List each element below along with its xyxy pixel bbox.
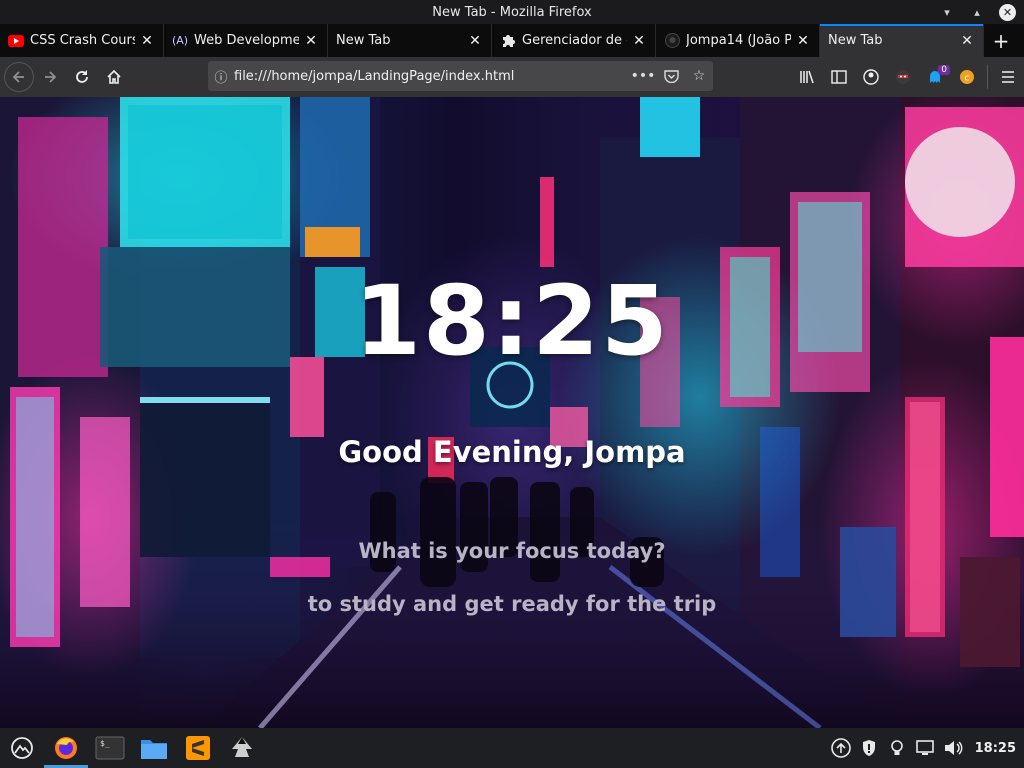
tab-gerenciador[interactable]: Gerenciador de e ✕ (492, 24, 656, 57)
url-text[interactable]: file:///home/jompa/LandingPage/index.htm… (234, 69, 629, 84)
focus-input[interactable]: to study and get ready for the trip (0, 592, 1024, 616)
shield-icon[interactable] (855, 728, 883, 768)
account-icon[interactable] (855, 61, 887, 93)
focus-question: What is your focus today? (358, 539, 666, 563)
close-tab-icon[interactable]: ✕ (795, 33, 811, 49)
sidebar-icon[interactable] (823, 61, 855, 93)
info-icon[interactable]: ⓘ (208, 67, 234, 86)
redshift-bulb-icon[interactable] (883, 728, 911, 768)
tab-label: Web Developmen (194, 33, 299, 48)
new-tab-button[interactable]: + (984, 24, 1018, 57)
youtube-icon (8, 33, 24, 49)
forward-arrow-icon[interactable] (34, 61, 66, 93)
tab-web-development[interactable]: (A) Web Developmen ✕ (164, 24, 328, 57)
maximize-icon[interactable]: ▴ (969, 4, 985, 20)
web-dev-icon: (A) (171, 34, 189, 47)
puzzle-icon (500, 33, 516, 49)
hamburger-menu-icon[interactable] (992, 61, 1024, 93)
tab-label: CSS Crash Course (30, 33, 135, 48)
close-tab-icon[interactable]: ✕ (959, 33, 975, 49)
close-tab-icon[interactable]: ✕ (303, 33, 319, 49)
svg-text:c: c (965, 74, 970, 84)
sublime-text-icon[interactable] (176, 728, 220, 768)
greeting-text: Good Evening, Jompa (338, 435, 686, 469)
extension-ninja-icon[interactable] (887, 61, 919, 93)
reload-icon[interactable] (66, 61, 98, 93)
extension-coin-icon[interactable]: c (951, 61, 983, 93)
extension-badge: 0 (938, 65, 950, 75)
extension-ghost-icon[interactable]: 0 (919, 61, 951, 93)
close-tab-icon[interactable]: ✕ (139, 33, 155, 49)
clock-display: 18:25 (354, 265, 670, 377)
tab-label: New Tab (336, 33, 391, 48)
tab-new-tab[interactable]: New Tab ✕ (328, 24, 492, 57)
github-icon (664, 33, 680, 49)
tab-strip: CSS Crash Course ✕ (A) Web Developmen ✕ … (0, 24, 1024, 57)
close-window-icon[interactable]: ✕ (999, 3, 1016, 21)
tab-new-tab-active[interactable]: New Tab ✕ (820, 24, 984, 57)
app-menu-icon[interactable] (0, 728, 44, 768)
page-actions-icon[interactable]: ••• (629, 68, 657, 84)
library-icon[interactable] (791, 61, 823, 93)
toolbar-separator (987, 65, 988, 89)
bookmark-star-icon[interactable]: ☆ (685, 68, 713, 84)
inkscape-icon[interactable] (220, 728, 264, 768)
landing-page: 18:25 Good Evening, Jompa What is your f… (0, 97, 1024, 728)
tab-label: Gerenciador de e (522, 33, 627, 48)
back-arrow-icon[interactable] (4, 62, 34, 92)
display-icon[interactable] (911, 728, 939, 768)
firefox-icon[interactable] (44, 728, 88, 768)
tab-css-crash-course[interactable]: CSS Crash Course ✕ (0, 24, 164, 57)
tab-label: New Tab (828, 33, 883, 48)
tab-label: Jompa14 (João P (686, 33, 791, 48)
tab-jompa14[interactable]: Jompa14 (João P ✕ (656, 24, 820, 57)
navigation-toolbar: ⓘ file:///home/jompa/LandingPage/index.h… (0, 57, 1024, 97)
svg-text:$_: $_ (100, 739, 110, 748)
update-arrow-icon[interactable] (827, 728, 855, 768)
neon-street-background (0, 97, 1024, 728)
taskbar-clock[interactable]: 18:25 (975, 741, 1016, 756)
window-titlebar: New Tab - Mozilla Firefox ▾ ▴ ✕ (0, 0, 1024, 24)
window-controls: ▾ ▴ ✕ (939, 0, 1016, 24)
window-title: New Tab - Mozilla Firefox (432, 4, 592, 20)
toolbar-right: 0 c (791, 57, 1024, 97)
system-tray: 18:25 (827, 728, 1024, 768)
address-bar[interactable]: ⓘ file:///home/jompa/LandingPage/index.h… (208, 61, 713, 91)
volume-icon[interactable] (939, 728, 967, 768)
minimize-icon[interactable]: ▾ (939, 4, 955, 20)
files-icon[interactable] (132, 728, 176, 768)
pocket-icon[interactable] (657, 69, 685, 83)
close-tab-icon[interactable]: ✕ (631, 33, 647, 49)
close-tab-icon[interactable]: ✕ (467, 33, 483, 49)
home-icon[interactable] (98, 61, 130, 93)
terminal-icon[interactable]: $_ (88, 728, 132, 768)
desktop-taskbar: $_ 18:25 (0, 728, 1024, 768)
